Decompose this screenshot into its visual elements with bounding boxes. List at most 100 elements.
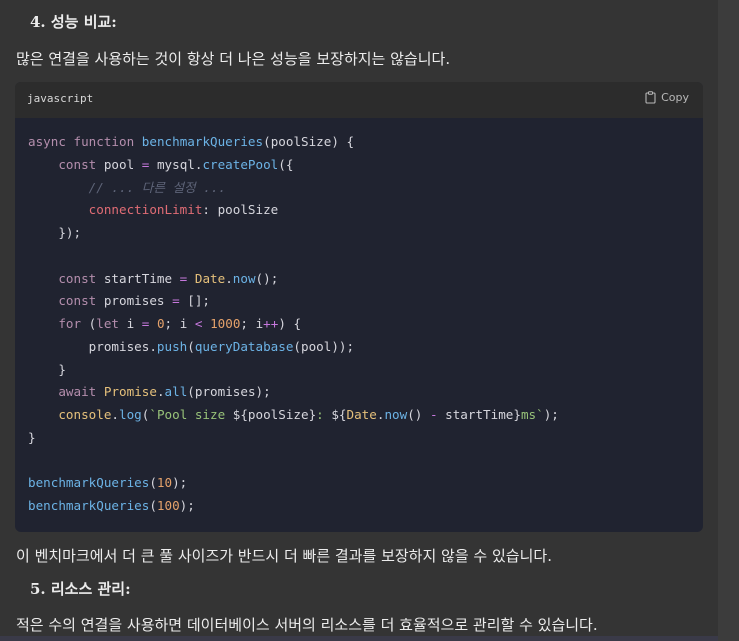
code-token: ${ [331,407,347,422]
code-block-header: javascript Copy [15,82,703,118]
code-line: const promises = []; [28,293,210,309]
code-line: } [28,430,36,446]
copy-button-label: Copy [661,91,689,104]
code-token: 0 [156,316,165,331]
code-line: const startTime = Date.now(); [28,271,278,287]
code-token: . [225,270,233,286]
code-token: () [407,407,430,422]
code-token: connectionLimit [88,202,203,218]
code-token: mysql. [149,156,203,172]
code-line: await Promise.all(promises); [28,384,271,400]
code-token: : [316,407,332,422]
code-token: ); [179,498,195,513]
code-line: } [28,362,66,378]
code-token: Date [346,407,377,422]
code-line: promises.push(queryDatabase(pool)); [28,339,354,355]
benchmark-explanation: 이 벤치마크에서 더 큰 풀 사이즈가 반드시 더 빠른 결과를 보장하지 않을… [16,547,552,565]
code-token: pool [96,156,142,172]
code-token: (pool)); [293,338,355,354]
code-line: async function benchmarkQueries(poolSize… [28,134,354,150]
code-token: async [28,134,66,149]
code-line: benchmarkQueries(10); [28,475,187,491]
code-token: (poolSize) { [263,134,355,149]
code-body: async function benchmarkQueries(poolSize… [15,118,703,532]
code-token: startTime [96,270,180,286]
code-token: ) { [278,316,302,331]
code-token: `Pool size [149,407,233,422]
code-token: (promises); [187,384,271,400]
code-line: }); [28,225,81,241]
code-token: now [384,407,408,422]
code-token: push [156,338,188,354]
code-token: - [429,407,438,422]
code-token: . [111,407,120,422]
code-token: promises. [28,338,157,354]
code-token: ); [543,407,559,422]
code-token: ); [172,475,188,491]
chat-message-content: 4. 성능 비교: 많은 연결을 사용하는 것이 항상 더 나은 성능을 보장하… [0,0,718,641]
code-token: }); [28,225,82,240]
code-token: []; [179,293,211,309]
code-line: const pool = mysql.createPool({ [28,157,293,173]
code-token: const [58,156,97,172]
code-token: for [58,316,82,331]
code-line: // ... 다른 설정 ... [28,180,226,196]
code-token: ( [149,498,157,513]
code-token: ( [149,475,157,491]
code-token: = [172,293,180,309]
code-token: const [58,293,97,309]
code-token: promises [96,293,173,309]
code-token: now [232,270,256,286]
copy-code-button[interactable]: Copy [645,91,689,104]
code-token: let [96,316,120,331]
code-token: ms` [520,407,544,422]
code-token: startTime} [437,407,521,422]
code-token: // ... 다른 설정 ... [88,179,227,195]
code-token: } [28,429,36,445]
code-token: ${poolSize} [232,407,317,422]
section-5-heading: 5. 리소스 관리: [30,580,131,598]
code-token: Date [194,270,226,286]
section-4-heading: 4. 성능 비교: [30,13,117,31]
code-token: benchmarkQueries [28,475,150,491]
code-token: 10 [156,475,173,491]
code-line: console.log(`Pool size ${poolSize}: ${Da… [28,407,559,423]
code-language-label: javascript [27,92,94,105]
code-token: : poolSize [202,202,279,218]
code-line: connectionLimit: poolSize [28,202,279,218]
right-scroll-gutter [718,0,739,641]
code-line: for (let i = 0; i < 1000; i++) { [28,316,301,332]
code-token: i [119,316,142,331]
code-token: Promise [103,384,157,400]
code-token: log [119,407,142,422]
bottom-divider [0,636,718,641]
code-token: 100 [156,498,180,513]
code-token: ( [187,338,195,354]
section-4-description: 많은 연결을 사용하는 것이 항상 더 나은 성능을 보장하지는 않습니다. [16,50,451,68]
code-token: queryDatabase [194,338,294,354]
clipboard-icon [645,91,656,104]
code-token: } [28,361,66,377]
code-token: . [156,384,165,400]
code-token: benchmarkQueries [28,498,150,513]
code-token: 1000 [210,316,241,331]
code-token: (); [255,270,279,286]
code-token: createPool [202,156,279,172]
code-token: benchmarkQueries [141,134,264,149]
code-block: javascript Copy async function benchmark… [15,82,703,532]
code-token: console [58,407,112,422]
code-token: ; i [164,316,195,331]
code-token: ({ [278,156,294,172]
